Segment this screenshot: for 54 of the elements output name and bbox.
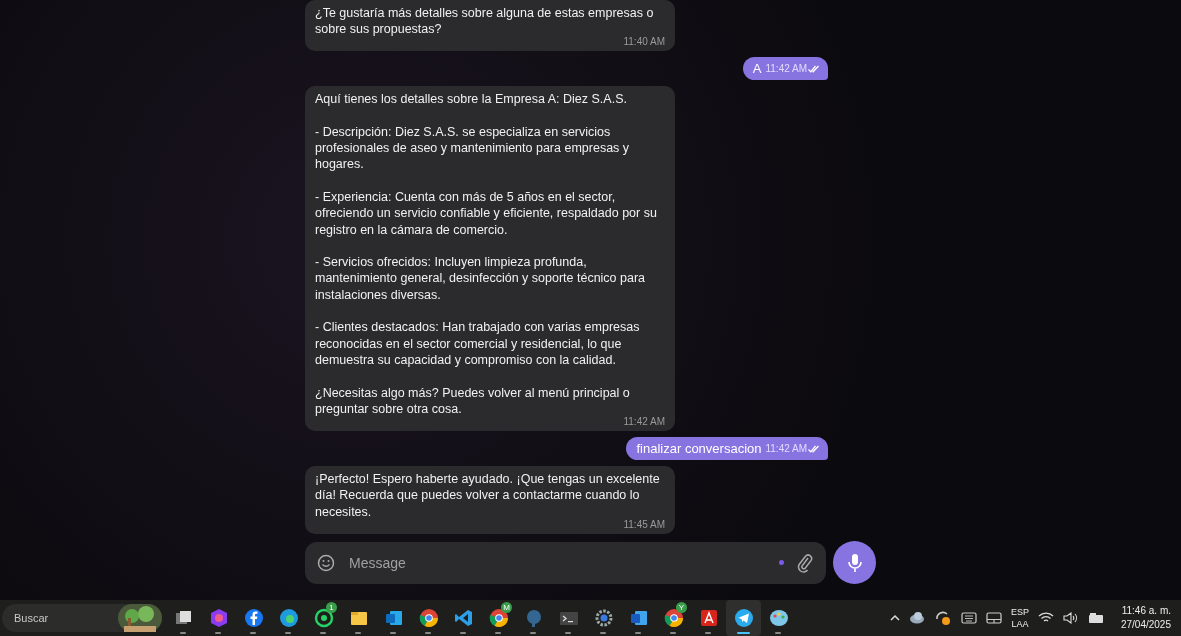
language-code: ESP xyxy=(1010,606,1029,618)
microphone-button[interactable] xyxy=(833,541,876,584)
cloud-icon[interactable] xyxy=(908,611,925,625)
browser-icon[interactable] xyxy=(488,608,509,628)
facebook-icon[interactable] xyxy=(243,608,264,628)
notification-badge: Y xyxy=(676,602,687,613)
taskbar-app[interactable]: M xyxy=(481,600,516,636)
speaker-icon[interactable] xyxy=(1062,612,1079,624)
microphone-icon xyxy=(845,552,864,573)
message-text: ¡Perfecto! Espero haberte ayudado. ¡Que tengas un excelente día! Recuerda que puedes volver a contactarme cuando lo necesites. xyxy=(315,471,661,520)
touchpad-icon[interactable] xyxy=(985,612,1002,624)
dot-icon xyxy=(779,560,784,565)
hexagon-icon[interactable] xyxy=(208,608,229,628)
paper-plane-icon[interactable] xyxy=(733,608,754,628)
clock-time: 11:46 a. m. xyxy=(1121,604,1171,618)
battery-icon[interactable] xyxy=(1087,612,1106,624)
message-text: Aquí tienes los detalles sobre la Empresa A: Diez S.A.S. - Descripción: Diez S.A.S. se especializa en servicios profesionales de aseo y mantenimiento para empresas y hogares. - Experiencia: Cuenta con más de 5 años en el sector, ofreciendo un servicio confiable y eficiente, respaldado por su registro en la cámara de comercio. - Servicios ofrecidos: Incluyen limpieza profunda, mantenimiento general, desinfección y soporte técnico para instalaciones diversas. - Clientes destacados: Han trabajado con varias empresas reconocidas en el sector comercial y residencial, lo que demuestra su capacidad y compromiso con la calidad. ¿Necesitas algo más? Puedes volver al menú principal o preguntar sobre otra cosa. xyxy=(315,91,658,417)
language-indicator[interactable]: ESP LAA xyxy=(1010,606,1029,630)
gear-icon[interactable] xyxy=(593,608,614,628)
search-bar[interactable]: Buscar xyxy=(2,604,162,632)
message-time: 11:42 AM xyxy=(622,416,665,429)
message-time: 11:40 AM xyxy=(622,36,665,49)
chevron-up-icon[interactable] xyxy=(889,614,900,622)
language-code: LAA xyxy=(1011,618,1029,630)
paperclip-icon[interactable] xyxy=(796,552,814,573)
clock[interactable]: 11:46 a. m. 27/04/2025 xyxy=(1120,604,1171,632)
message-time: 11:45 AM xyxy=(622,519,665,531)
message-text: ¿Te gustaría más detalles sobre alguna de estas empresas o sobre sus propuestas? xyxy=(315,4,654,37)
emoji-icon[interactable] xyxy=(317,553,335,572)
document-icon[interactable] xyxy=(628,608,649,628)
browser-icon[interactable] xyxy=(418,608,439,628)
taskbar-app[interactable]: 1 xyxy=(306,600,341,636)
keyboard-icon[interactable] xyxy=(960,612,977,624)
message-field[interactable]: Message xyxy=(347,553,767,572)
taskbar-app[interactable]: Y xyxy=(656,600,691,636)
notification-badge: M xyxy=(501,602,512,613)
message-time: 11:42 AM xyxy=(765,62,807,77)
browser-icon[interactable] xyxy=(663,608,684,628)
landscape-icon xyxy=(118,604,162,632)
double-check-icon xyxy=(808,444,820,453)
message-text: finalizar conversacion xyxy=(636,440,762,458)
composer-bar[interactable]: Message xyxy=(305,541,826,584)
code-editor-icon[interactable] xyxy=(453,608,474,628)
clock-date: 27/04/2025 xyxy=(1120,618,1171,632)
document-icon[interactable] xyxy=(698,608,719,628)
sync-icon[interactable] xyxy=(933,609,952,627)
wifi-icon[interactable] xyxy=(1037,612,1054,624)
message-text: A xyxy=(752,60,762,78)
double-check-icon xyxy=(808,64,820,73)
palette-icon[interactable] xyxy=(768,608,789,628)
message-time: 11:42 AM xyxy=(765,442,807,457)
notification-badge: 1 xyxy=(326,602,337,613)
search-field[interactable]: Buscar xyxy=(12,611,116,625)
taskbar-app[interactable] xyxy=(726,600,761,636)
